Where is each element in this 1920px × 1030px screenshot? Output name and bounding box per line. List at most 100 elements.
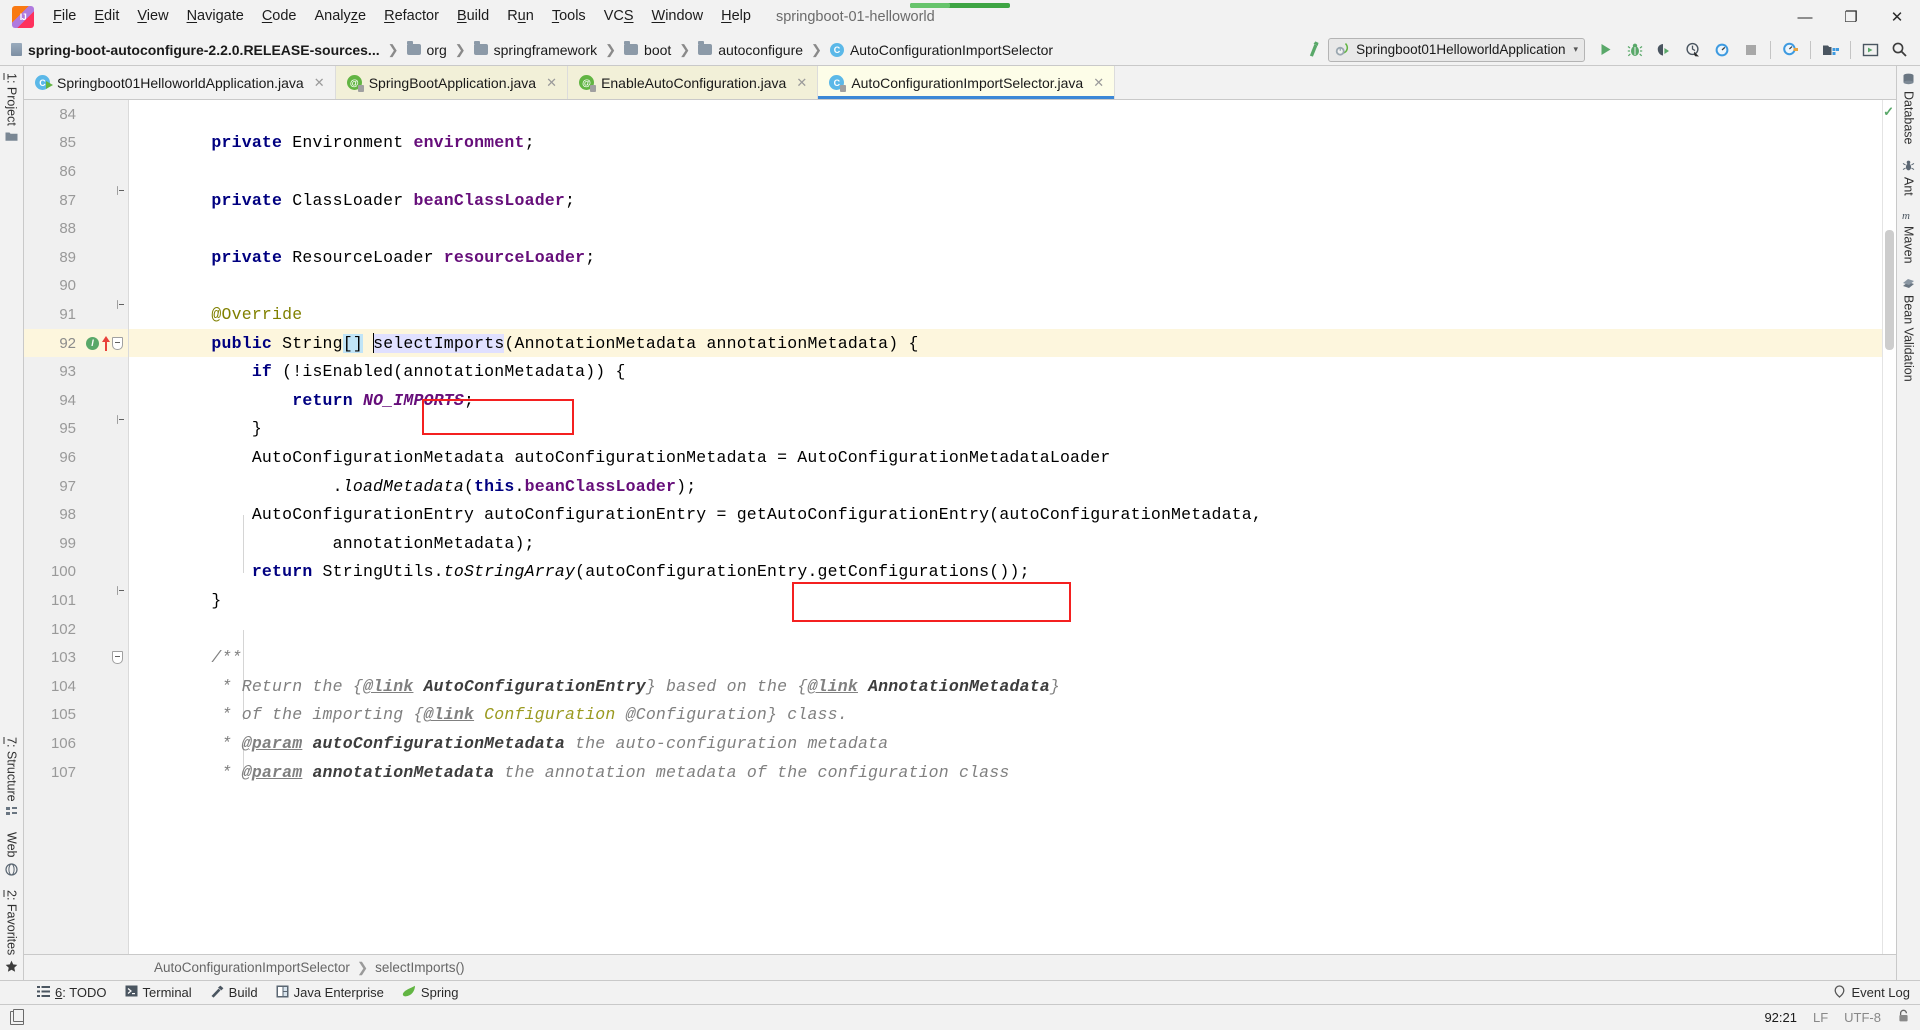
unlocked-icon[interactable] [1897,1009,1910,1026]
run-dashboard-button[interactable] [1708,36,1735,63]
rail-item-7-structure[interactable]: 7: Structure [2,730,22,826]
file-encoding[interactable]: UTF-8 [1844,1010,1881,1025]
tab-close-icon[interactable]: ✕ [1092,75,1105,91]
code-line[interactable]: annotationMetadata); [129,529,1882,558]
gutter-row[interactable]: 105 [24,701,128,730]
gutter-row[interactable]: 90 [24,272,128,301]
tab-close-icon[interactable]: ✕ [545,75,558,91]
gutter-row[interactable]: 88 [24,214,128,243]
run-configuration-selector[interactable]: Springboot01HelloworldApplication ▾ [1328,37,1585,62]
menu-item-navigate[interactable]: Navigate [178,4,253,29]
code-line[interactable]: return NO_IMPORTS; [129,386,1882,415]
code-fold-marker[interactable] [117,185,124,195]
gutter-row[interactable]: 103 [24,643,128,672]
gutter-row[interactable]: 97 [24,472,128,501]
code-fold-marker[interactable] [117,300,124,310]
tab-close-icon[interactable]: ✕ [313,75,326,91]
menu-item-analyze[interactable]: Analyze [306,4,376,29]
rail-item-2-favorites[interactable]: 2: Favorites [2,883,22,980]
code-line[interactable]: return StringUtils. toStringArray (autoCon… [129,558,1882,587]
update-running-app-button[interactable] [1857,36,1884,63]
gutter-row[interactable]: 85 [24,129,128,158]
gutter-row[interactable]: 94 [24,386,128,415]
implementing-method-icon[interactable]: I [86,336,99,350]
code-line[interactable] [129,157,1882,186]
code-line[interactable]: private Environment environment; [129,129,1882,158]
gutter-row[interactable]: 89 [24,243,128,272]
gutter-row[interactable]: 100 [24,558,128,587]
stop-button[interactable] [1737,36,1764,63]
run-button[interactable] [1592,36,1619,63]
menu-item-tools[interactable]: Tools [543,4,595,29]
attach-profiler-button[interactable] [1777,36,1804,63]
gutter-row[interactable]: 106 [24,729,128,758]
editor-tab-0[interactable]: C Springboot01HelloworldApplication.java ✕ [24,66,336,99]
editor-breadcrumb-item-0[interactable]: AutoConfigurationImportSelector [154,960,350,975]
corner-icon[interactable] [10,1008,24,1025]
code-line[interactable] [129,615,1882,644]
code-line[interactable]: AutoConfigurationEntry autoConfiguration… [129,500,1882,529]
code-fold-marker[interactable] [112,651,123,665]
tool-window-6-todo[interactable]: 6: TODO [28,983,116,1002]
menu-item-refactor[interactable]: Refactor [375,4,448,29]
menu-item-view[interactable]: View [128,4,177,29]
menu-item-file[interactable]: File [44,4,85,29]
tool-window-spring[interactable]: Spring [393,983,468,1002]
menu-item-build[interactable]: Build [448,4,498,29]
rail-item-1-project[interactable]: 1: Project [2,66,22,149]
tool-window-terminal[interactable]: Terminal [116,983,201,1002]
gutter-row[interactable]: 87 [24,185,128,215]
close-button[interactable]: ✕ [1874,0,1920,34]
code-line[interactable]: } [129,415,1882,444]
gutter-row[interactable]: 84 [24,100,128,129]
gutter-row[interactable]: 93 [24,357,128,386]
gutter-markers[interactable]: I [86,335,110,351]
tool-window-build[interactable]: Build [201,983,267,1003]
code-line[interactable]: . loadMetadata(this. beanClassLoader); [129,472,1882,501]
gutter-row[interactable]: 96 [24,443,128,472]
gutter-row[interactable]: 107 [24,758,128,787]
menu-item-code[interactable]: Code [253,4,306,29]
editor-tab-1[interactable]: @ SpringBootApplication.java ✕ [335,66,569,99]
rail-item-database[interactable]: Database [1899,66,1919,152]
code-line[interactable]: if (!isEnabled(annotationMetadata)) { [129,357,1882,386]
profile-button[interactable] [1679,36,1706,63]
code-line[interactable] [129,214,1882,243]
make-project-button[interactable] [1300,36,1327,63]
breadcrumb-item-5[interactable]: C AutoConfigurationImportSelector [827,40,1056,60]
code-line[interactable]: AutoConfigurationMetadata autoConfigurat… [129,443,1882,472]
line-separator[interactable]: LF [1813,1010,1828,1025]
code-line[interactable]: public String[] selectImports (Annotation… [129,328,1882,358]
code-line[interactable]: @Override [129,300,1882,329]
tool-window-java-enterprise[interactable]: Java Enterprise [267,983,393,1003]
code-line[interactable]: private ResourceLoader resourceLoader; [129,243,1882,272]
gutter-row[interactable]: 86 [24,157,128,186]
editor-breadcrumb-item-1[interactable]: selectImports() [375,960,464,975]
rail-item-web[interactable]: Web [2,825,22,882]
overriding-method-icon[interactable] [101,335,110,351]
caret-position[interactable]: 92:21 [1764,1010,1797,1025]
menu-item-vcs[interactable]: VCS [595,4,643,29]
gutter-row[interactable]: 91 [24,300,128,329]
project-structure-button[interactable] [1817,36,1844,63]
breadcrumb-item-4[interactable]: autoconfigure [695,40,806,60]
debug-button[interactable] [1621,36,1648,63]
rail-item-bean-validation[interactable]: Bean Validation [1899,271,1919,389]
menu-item-run[interactable]: Run [498,4,543,29]
code-line[interactable]: /** [129,643,1882,672]
gutter-row[interactable]: 102 [24,615,128,644]
code-line[interactable]: private ClassLoader beanClassLoader; [129,186,1882,215]
gutter-row[interactable]: 104 [24,672,128,701]
code-line[interactable]: * Return the {@link AutoConfigurationEnt… [129,672,1882,701]
breadcrumb-item-0[interactable]: spring-boot-autoconfigure-2.2.0.RELEASE-… [8,40,383,60]
menu-item-window[interactable]: Window [643,4,713,29]
gutter-row[interactable]: 95 [24,414,128,444]
event-log-button[interactable]: Event Log [1833,984,1910,1001]
rail-item-maven[interactable]: m Maven [1899,202,1919,271]
editor-scrollbar-thumb[interactable] [1885,230,1894,350]
search-everywhere-button[interactable] [1886,36,1913,63]
code-fold-marker[interactable] [117,586,124,596]
gutter-row[interactable]: 92 I [24,328,128,358]
breadcrumb-item-1[interactable]: org [404,40,450,60]
code-line[interactable]: * of the importing {@link Configuration … [129,701,1882,730]
